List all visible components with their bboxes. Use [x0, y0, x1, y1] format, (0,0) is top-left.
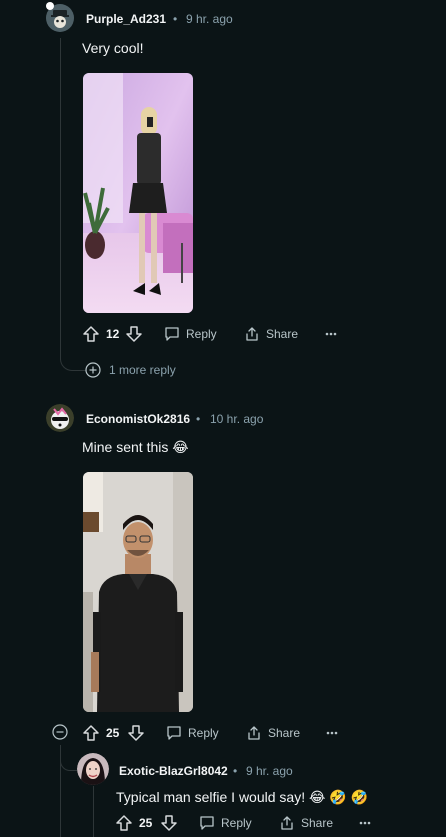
share-button[interactable]: Share [279, 813, 333, 833]
timestamp[interactable]: 9 hr. ago [186, 12, 233, 26]
more-options-button[interactable] [326, 723, 338, 743]
vote-count: 25 [106, 726, 120, 740]
share-icon [248, 726, 260, 740]
share-icon [281, 816, 293, 830]
ellipsis-icon [326, 731, 338, 735]
username[interactable]: Purple_Ad231 [86, 12, 166, 26]
reply-button[interactable]: Reply [166, 723, 219, 743]
timestamp[interactable]: 10 hr. ago [210, 412, 263, 426]
username[interactable]: EconomistOk2816 [86, 412, 190, 426]
share-button[interactable]: Share [246, 723, 300, 743]
reply-button[interactable]: Reply [164, 324, 217, 344]
thread-line [60, 38, 61, 360]
thread-elbow [60, 340, 87, 371]
downvote-button[interactable] [128, 723, 144, 743]
vote-count: 25 [139, 816, 153, 830]
reply-button[interactable]: Reply [199, 813, 252, 833]
share-icon [246, 327, 258, 341]
plus-circle-icon [85, 362, 101, 378]
downvote-button[interactable] [126, 324, 142, 344]
reply-label: Reply [188, 726, 219, 740]
comment-body: Typical man selfie I would say! 😂 🤣 🤣 [116, 789, 368, 805]
reply-label: Reply [221, 816, 252, 830]
avatar[interactable] [46, 404, 74, 432]
share-label: Share [268, 726, 301, 740]
more-options-button[interactable] [359, 813, 371, 833]
comment-image[interactable] [83, 472, 193, 712]
share-label: Share [301, 816, 334, 830]
ellipsis-icon [359, 821, 371, 825]
avatar[interactable] [77, 753, 109, 785]
upvote-icon [83, 326, 99, 342]
comment-icon [167, 726, 181, 740]
thread-line [93, 786, 94, 837]
minus-circle-icon [52, 724, 68, 740]
vote-count: 12 [106, 327, 120, 341]
username[interactable]: Exotic-BlazGrl8042 [119, 764, 228, 778]
comment-icon [165, 327, 179, 341]
share-label: Share [266, 327, 299, 341]
more-replies-label: 1 more reply [109, 363, 176, 377]
comment-image[interactable] [83, 73, 193, 313]
upvote-button[interactable] [83, 723, 99, 743]
downvote-icon [161, 815, 177, 831]
thread-elbow [60, 748, 77, 771]
collapse-thread-button[interactable] [52, 724, 68, 745]
reply-label: Reply [186, 327, 217, 341]
upvote-icon [83, 725, 99, 741]
meta-separator: • [196, 412, 201, 426]
share-button[interactable]: Share [244, 324, 298, 344]
upvote-button[interactable] [83, 324, 99, 344]
upvote-icon [116, 815, 132, 831]
comment-body: Mine sent this 😂 [82, 439, 189, 455]
upvote-button[interactable] [116, 813, 132, 833]
more-replies-button[interactable]: 1 more reply [85, 362, 176, 378]
comment-icon [200, 816, 214, 830]
ellipsis-icon [325, 332, 337, 336]
downvote-icon [126, 326, 142, 342]
meta-separator: • [233, 764, 238, 778]
avatar-badge [46, 2, 54, 10]
meta-separator: • [173, 12, 178, 26]
downvote-button[interactable] [161, 813, 177, 833]
comment-body: Very cool! [82, 40, 144, 56]
downvote-icon [128, 725, 144, 741]
timestamp[interactable]: 9 hr. ago [246, 764, 293, 778]
more-options-button[interactable] [325, 324, 337, 344]
